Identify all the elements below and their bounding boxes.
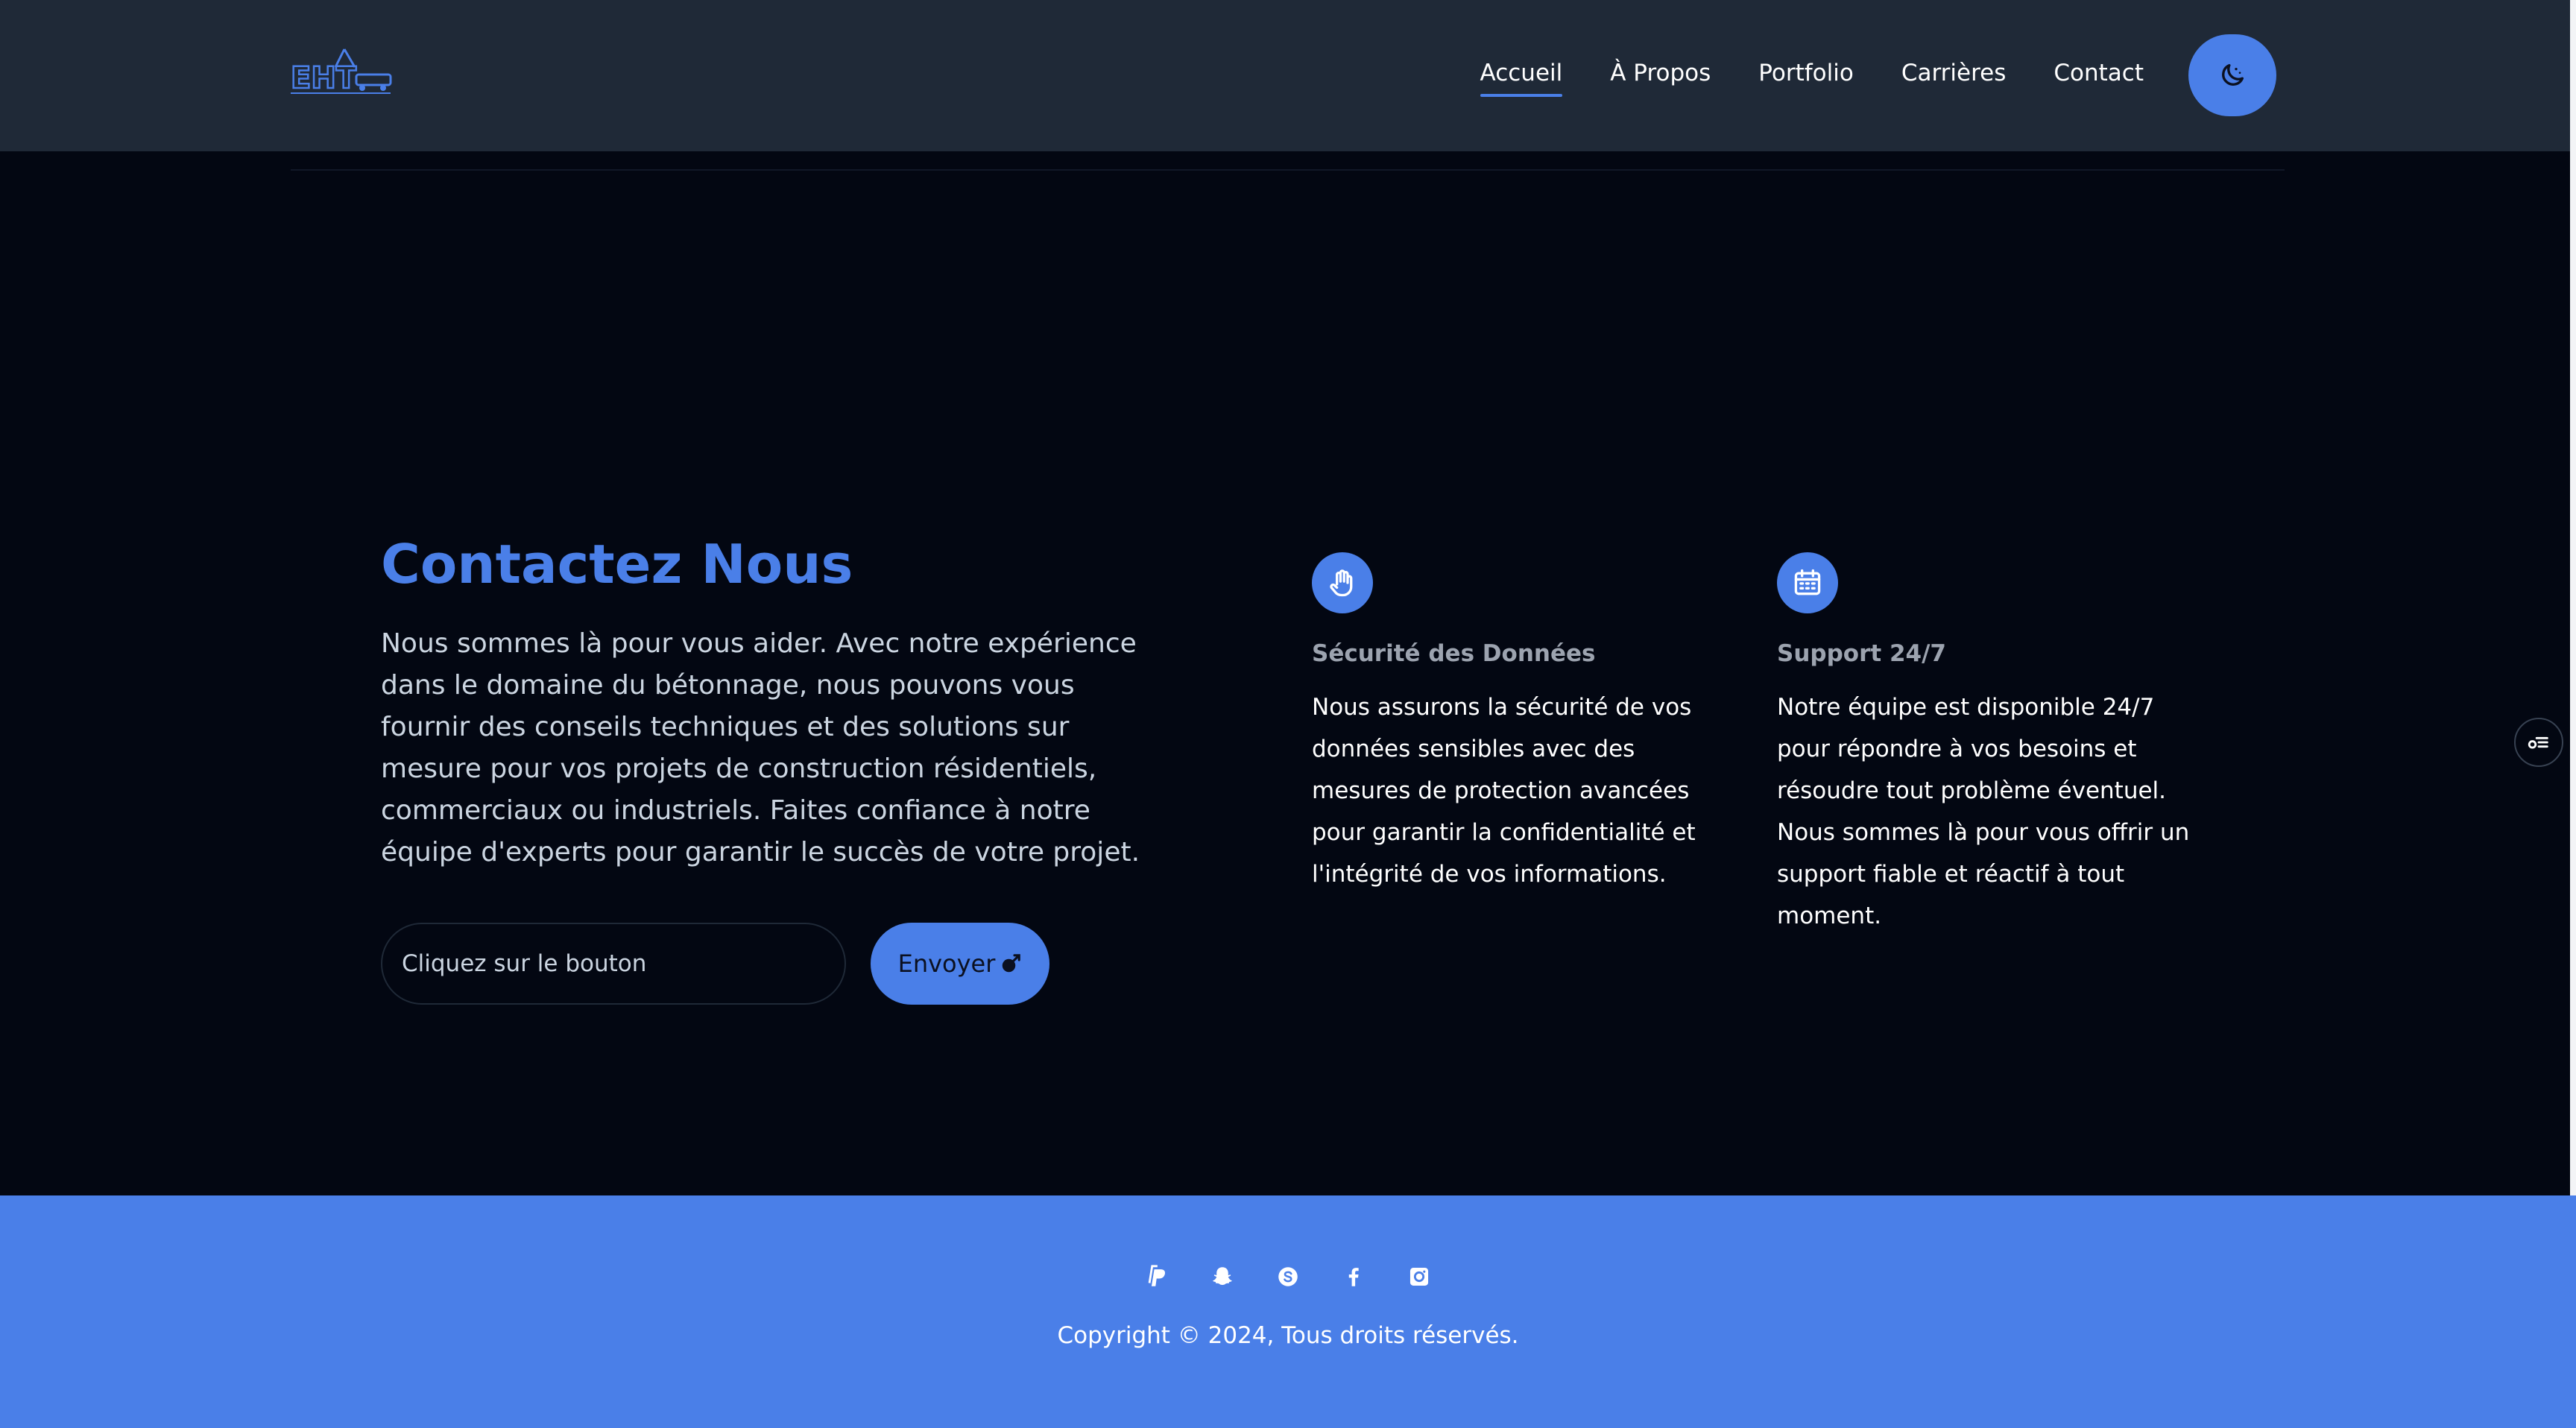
contact-title: Contactez Nous	[381, 533, 853, 595]
send-icon	[1003, 954, 1021, 973]
feature-text: Nous assurons la sécurité de vos données…	[1312, 694, 1696, 888]
contact-description: Nous sommes là pour vous aider. Avec not…	[381, 628, 1140, 868]
contact-input[interactable]	[381, 923, 846, 1005]
social-links	[0, 1263, 2576, 1290]
skype-icon[interactable]	[1275, 1263, 1301, 1290]
svg-text:EHT: EHT	[291, 61, 357, 95]
scrollbar-track[interactable]	[2570, 0, 2576, 1195]
list-settings-icon	[2528, 736, 2548, 749]
instagram-icon[interactable]	[1406, 1263, 1433, 1290]
snapchat-icon[interactable]	[1209, 1263, 1236, 1290]
section-divider	[291, 169, 2285, 171]
theme-toggle-button[interactable]	[2188, 34, 2276, 116]
paypal-icon[interactable]	[1143, 1263, 1170, 1290]
copyright-text: Copyright © 2024, Tous droits réservés.	[1057, 1322, 1519, 1349]
nav-portfolio[interactable]: Portfolio	[1758, 60, 1854, 91]
feature-title: Support 24/7	[1777, 640, 1947, 667]
feature-support: Support 24/7 Notre équipe est disponible…	[1777, 552, 2202, 937]
nav-accueil[interactable]: Accueil	[1480, 60, 1562, 97]
hand-icon	[1312, 552, 1373, 613]
logo[interactable]: EHT	[290, 45, 397, 97]
logo-icon: EHT	[290, 48, 392, 96]
feature-text: Notre équipe est disponible 24/7 pour ré…	[1777, 694, 2190, 929]
main-nav: Accueil À Propos Portfolio Carrières Con…	[1480, 34, 2276, 116]
feature-title: Sécurité des Données	[1312, 640, 1596, 667]
site-header: EHT Accueil À Propos Portfolio Carrières…	[0, 0, 2570, 151]
send-button-label: Envoyer	[897, 950, 996, 978]
calendar-icon	[1777, 552, 1838, 613]
side-menu-widget[interactable]	[2514, 718, 2563, 767]
site-footer	[0, 1195, 2576, 1428]
moon-icon	[2222, 64, 2244, 86]
feature-security: Sécurité des Données Nous assurons la sé…	[1312, 552, 1729, 895]
facebook-icon[interactable]	[1340, 1263, 1367, 1290]
nav-a-propos[interactable]: À Propos	[1610, 60, 1711, 91]
nav-carrieres[interactable]: Carrières	[1901, 60, 2007, 91]
nav-contact[interactable]: Contact	[2053, 60, 2144, 91]
send-button[interactable]: Envoyer	[871, 923, 1049, 1005]
